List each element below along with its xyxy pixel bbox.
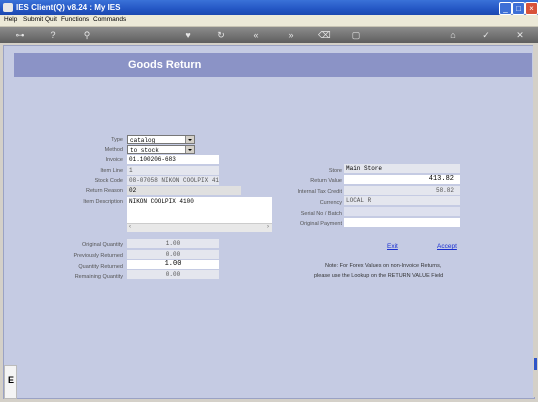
item-line-label: Item Line	[100, 168, 123, 174]
rewind-icon[interactable]: «	[250, 29, 262, 41]
window-title-bar: IES Client(Q) v8.24 : My IES _ □ ×	[0, 0, 538, 15]
return-value-field[interactable]: 413.82	[344, 175, 460, 184]
store-label: Store	[328, 168, 342, 174]
chevron-down-icon[interactable]	[185, 136, 194, 143]
previously-returned-field[interactable]: 0.00	[127, 250, 219, 259]
vertical-scrollbar[interactable]	[533, 45, 538, 397]
previously-returned-label: Previously Returned	[73, 253, 123, 259]
original-payment-label: Original Payment	[299, 221, 342, 227]
window-close-button[interactable]: ×	[525, 2, 538, 15]
currency-field[interactable]: LOCAL R	[344, 196, 460, 205]
side-panel-tab[interactable]: E	[4, 365, 17, 399]
return-reason-label: Return Reason	[86, 188, 123, 194]
maximize-button[interactable]: □	[512, 2, 525, 15]
method-select[interactable]: to stock	[127, 145, 195, 154]
heart-icon[interactable]: ♥	[182, 29, 194, 41]
scroll-left-icon[interactable]: ‹	[129, 224, 131, 230]
stock-code-label: Stock Code	[94, 178, 123, 184]
note-line-2: please use the Lookup on the RETURN VALU…	[314, 273, 444, 279]
exit-link[interactable]: Exit	[387, 243, 398, 250]
stock-code-field[interactable]: 08-07058 NIKON COOLPIX 41	[127, 176, 219, 185]
item-line-field[interactable]: 1	[127, 166, 219, 175]
menu-help[interactable]: Help	[4, 16, 17, 23]
type-select[interactable]: catalog	[127, 135, 195, 144]
remaining-quantity-label: Remaining Quantity	[74, 274, 123, 280]
currency-label: Currency	[319, 200, 342, 206]
return-value-label: Return Value	[310, 178, 342, 184]
item-description-textarea[interactable]: NIKON COOLPIX 4100	[127, 197, 272, 223]
quantity-returned-label: Quantity Returned	[78, 264, 123, 270]
invoice-field[interactable]: 01.100206-683	[127, 155, 219, 164]
menu-functions[interactable]: Functions	[61, 16, 89, 23]
item-description-label: Item Description	[83, 199, 123, 205]
key-icon[interactable]: ⊶	[10, 29, 30, 41]
menu-submit[interactable]: Submit	[23, 16, 43, 23]
search-icon[interactable]: ⚲	[81, 29, 93, 41]
window-title: IES Client(Q) v8.24 : My IES	[16, 3, 121, 12]
type-label: Type	[111, 137, 123, 143]
chevron-down-icon[interactable]	[185, 146, 194, 153]
minimize-button[interactable]: _	[499, 2, 512, 15]
store-field[interactable]: Main Store	[344, 164, 460, 173]
menu-commands[interactable]: Commands	[93, 16, 126, 23]
original-quantity-label: Original Quantity	[82, 242, 123, 248]
scrollbar-thumb[interactable]	[534, 358, 537, 370]
menu-quit[interactable]: Quit	[45, 16, 57, 23]
method-label: Method	[104, 147, 123, 153]
method-value: to stock	[130, 147, 159, 154]
clear-icon[interactable]: ⌫	[318, 29, 331, 41]
accept-link[interactable]: Accept	[437, 243, 457, 250]
page-header: Goods Return	[14, 53, 532, 77]
home-icon[interactable]: ⌂	[447, 29, 459, 41]
internal-tax-credit-label: Internal Tax Credit	[297, 189, 342, 195]
invoice-label: Invoice	[105, 157, 123, 163]
app-icon	[3, 3, 13, 12]
type-value: catalog	[130, 137, 156, 144]
menu-bar: Help Submit Quit Functions Commands	[0, 15, 538, 27]
fast-forward-icon[interactable]: »	[285, 29, 297, 41]
serial-batch-label: Serial No / Batch	[300, 211, 342, 217]
help-icon[interactable]: ?	[47, 29, 59, 41]
internal-tax-credit-field[interactable]: 58.82	[344, 186, 460, 195]
quantity-returned-field[interactable]: 1.00	[127, 260, 219, 269]
refresh-icon[interactable]: ↻	[215, 29, 227, 41]
close-icon[interactable]: ✕	[514, 29, 526, 41]
toolbar: ⊶ ? ⚲ ♥ ↻ « » ⌫ ▢ ⌂ ✓ ✕	[0, 27, 538, 43]
serial-batch-field[interactable]	[344, 207, 460, 216]
description-scrollbar[interactable]: ‹ ›	[127, 223, 272, 232]
remaining-quantity-field[interactable]: 0.00	[127, 270, 219, 279]
document-icon[interactable]: ▢	[350, 29, 362, 41]
original-payment-field[interactable]	[344, 218, 460, 227]
page-title: Goods Return	[128, 59, 202, 71]
original-quantity-field[interactable]: 1.00	[127, 239, 219, 248]
side-panel-letter: E	[8, 375, 15, 385]
scroll-right-icon[interactable]: ›	[267, 224, 269, 230]
note-line-1: Note: For Forex Values on non-Invoice Re…	[325, 263, 442, 269]
return-reason-field[interactable]: 02	[127, 186, 241, 195]
check-icon[interactable]: ✓	[480, 29, 492, 41]
